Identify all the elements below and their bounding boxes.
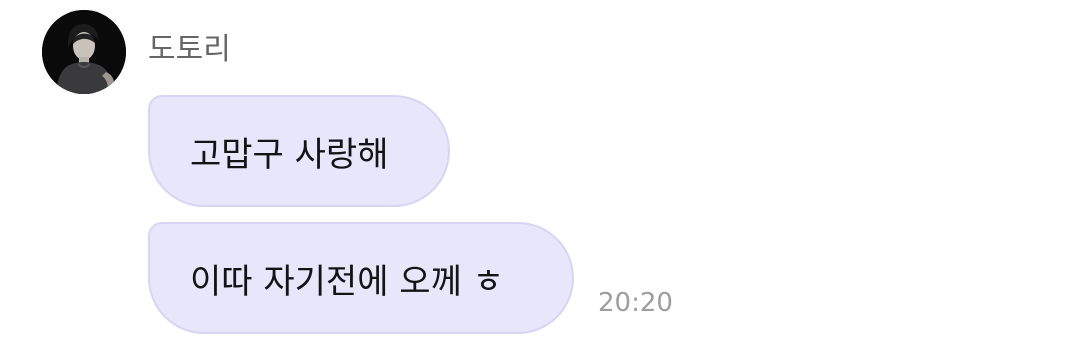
profile-photo-icon <box>42 10 126 94</box>
message-text: 이따 자기전에 오께 ㅎ <box>190 261 504 302</box>
chat-thread: 도토리 고맙구 사랑해 이따 자기전에 오께 ㅎ 20:20 <box>0 0 1080 345</box>
sender-name: 도토리 <box>148 32 231 67</box>
message-bubble[interactable]: 고맙구 사랑해 <box>148 95 450 207</box>
sender-avatar[interactable] <box>42 10 126 94</box>
message-bubble[interactable]: 이따 자기전에 오께 ㅎ <box>148 222 574 334</box>
message-timestamp: 20:20 <box>598 288 673 318</box>
message-text: 고맙구 사랑해 <box>190 134 389 175</box>
